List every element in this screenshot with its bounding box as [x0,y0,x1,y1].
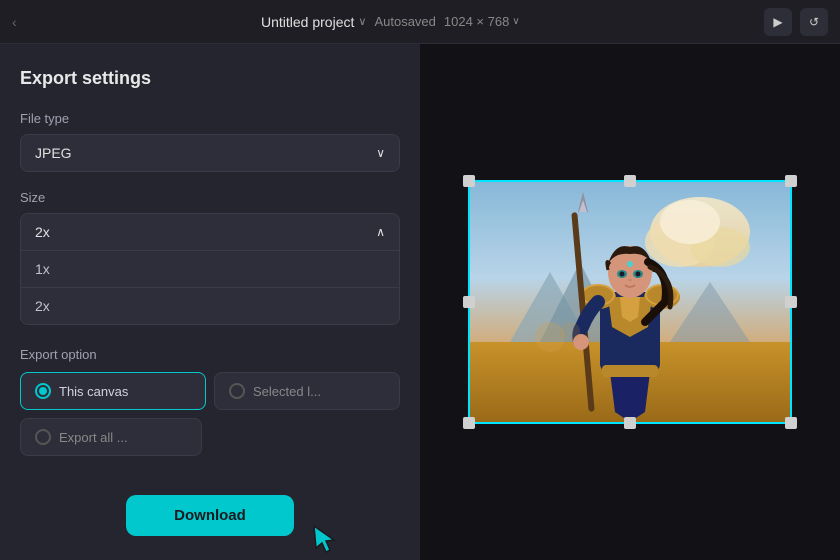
top-bar: ‹ Untitled project ∨ Autosaved 1024 × 76… [0,0,840,44]
radio-circle-selected [229,383,245,399]
top-bar-left: ‹ [12,14,17,30]
radio-export-all[interactable]: Export all ... [20,418,202,456]
radio-this-canvas[interactable]: This canvas [20,372,206,410]
export-panel: Export settings File type JPEG ∨ Size 2x… [0,44,420,560]
cursor-pointer-icon [308,522,340,554]
radio-row-1: This canvas Selected l... [20,372,400,410]
canvas-wrapper [470,182,790,422]
radio-selected-label: Selected l... [253,384,321,399]
radio-all-label: Export all ... [59,430,128,445]
radio-selected[interactable]: Selected l... [214,372,400,410]
size-chevron-icon: ∧ [376,225,385,239]
warrior-illustration [470,182,790,422]
back-chevron[interactable]: ‹ [12,14,17,30]
radio-canvas-label: This canvas [59,384,128,399]
size-option-2x[interactable]: 2x [21,288,399,324]
file-type-label: File type [20,111,400,126]
top-bar-icons: ▶ ↺ [764,8,828,36]
project-chevron-icon[interactable]: ∨ [358,15,366,28]
file-type-select[interactable]: JPEG ∨ [20,134,400,172]
export-option-label: Export option [20,347,400,362]
canvas-preview [470,182,790,422]
panel-title: Export settings [20,68,400,89]
export-radio-group: This canvas Selected l... Export all ... [20,372,400,456]
size-label: Size [20,190,400,205]
project-name: Untitled project ∨ [261,14,366,30]
radio-row-2: Export all ... [20,418,400,456]
radio-circle-canvas [35,383,51,399]
size-options-dropdown: 1x 2x [20,251,400,325]
radio-circle-all [35,429,51,445]
size-section: Size 2x ∧ 1x 2x [20,190,400,343]
size-option-1x[interactable]: 1x [21,251,399,288]
size-select[interactable]: 2x ∧ [20,213,400,251]
download-area: Download [20,475,400,536]
main-content: Export settings File type JPEG ∨ Size 2x… [0,44,840,560]
rotate-button[interactable]: ↺ [800,8,828,36]
play-button[interactable]: ▶ [764,8,792,36]
file-type-value: JPEG [35,145,72,161]
canvas-size: 1024 × 768 ∨ [444,14,520,29]
top-bar-center: Untitled project ∨ Autosaved 1024 × 768 … [25,14,756,30]
autosaved-label: Autosaved [374,14,435,29]
canvas-area [420,44,840,560]
file-type-chevron-icon: ∨ [376,146,385,160]
download-button[interactable]: Download [126,495,294,536]
size-value: 2x [35,224,50,240]
canvas-size-chevron-icon[interactable]: ∨ [512,16,519,27]
